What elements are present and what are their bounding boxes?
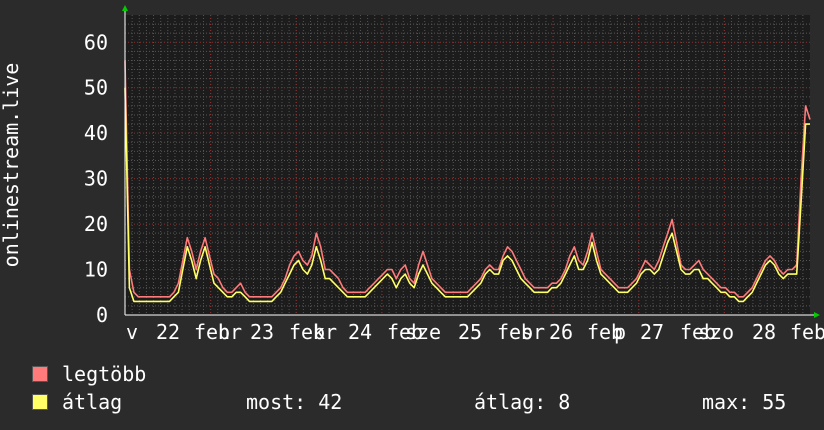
y-tick-label: 60 (84, 30, 108, 54)
stat-now: most: 42 (246, 390, 343, 414)
y-tick-label: 50 (84, 76, 108, 100)
y-tick-label: 20 (84, 212, 108, 236)
x-tick-label: v (126, 320, 138, 344)
legend-item-legtobb: legtöbb (32, 362, 147, 386)
chart: 0102030405060v 22 febhr 23 febkr 24 febsze 25 fe… (0, 5, 824, 344)
x-tick-label: 22 (156, 320, 180, 344)
x-tick-label: 27 (640, 320, 664, 344)
legend-swatch-atlag (32, 394, 48, 410)
x-tick-label: 25 (458, 320, 482, 344)
x-tick-label: hr (218, 320, 242, 344)
x-tick-label: p (614, 320, 626, 344)
x-tick-label: 26 (549, 320, 573, 344)
y-tick-label: 40 (84, 121, 108, 145)
x-tick-label: kr (313, 320, 337, 344)
legend-label-atlag: átlag (62, 390, 123, 414)
legend-swatch-legtobb (32, 366, 48, 382)
y-tick-label: 30 (84, 167, 108, 191)
x-axis-arrow (814, 312, 820, 318)
y-axis-arrow (122, 5, 128, 11)
x-tick-label: sr (521, 320, 545, 344)
legend-label-legtobb: legtöbb (62, 362, 147, 386)
x-tick-label: sze (405, 320, 441, 344)
x-tick-label: 23 (250, 320, 274, 344)
x-tick-label: 28 (752, 320, 776, 344)
stat-average: átlag: 8 (474, 390, 571, 414)
x-tick-label: feb (790, 320, 824, 344)
x-tick-label: szo (698, 320, 734, 344)
y-tick-label: 0 (96, 303, 108, 327)
x-tick-label: 24 (348, 320, 372, 344)
y-tick-label: 10 (84, 258, 108, 282)
stat-max: max: 55 (702, 390, 787, 414)
y-axis-label: onlinestream.live (0, 63, 23, 268)
legend-item-atlag: átlag (32, 390, 123, 414)
